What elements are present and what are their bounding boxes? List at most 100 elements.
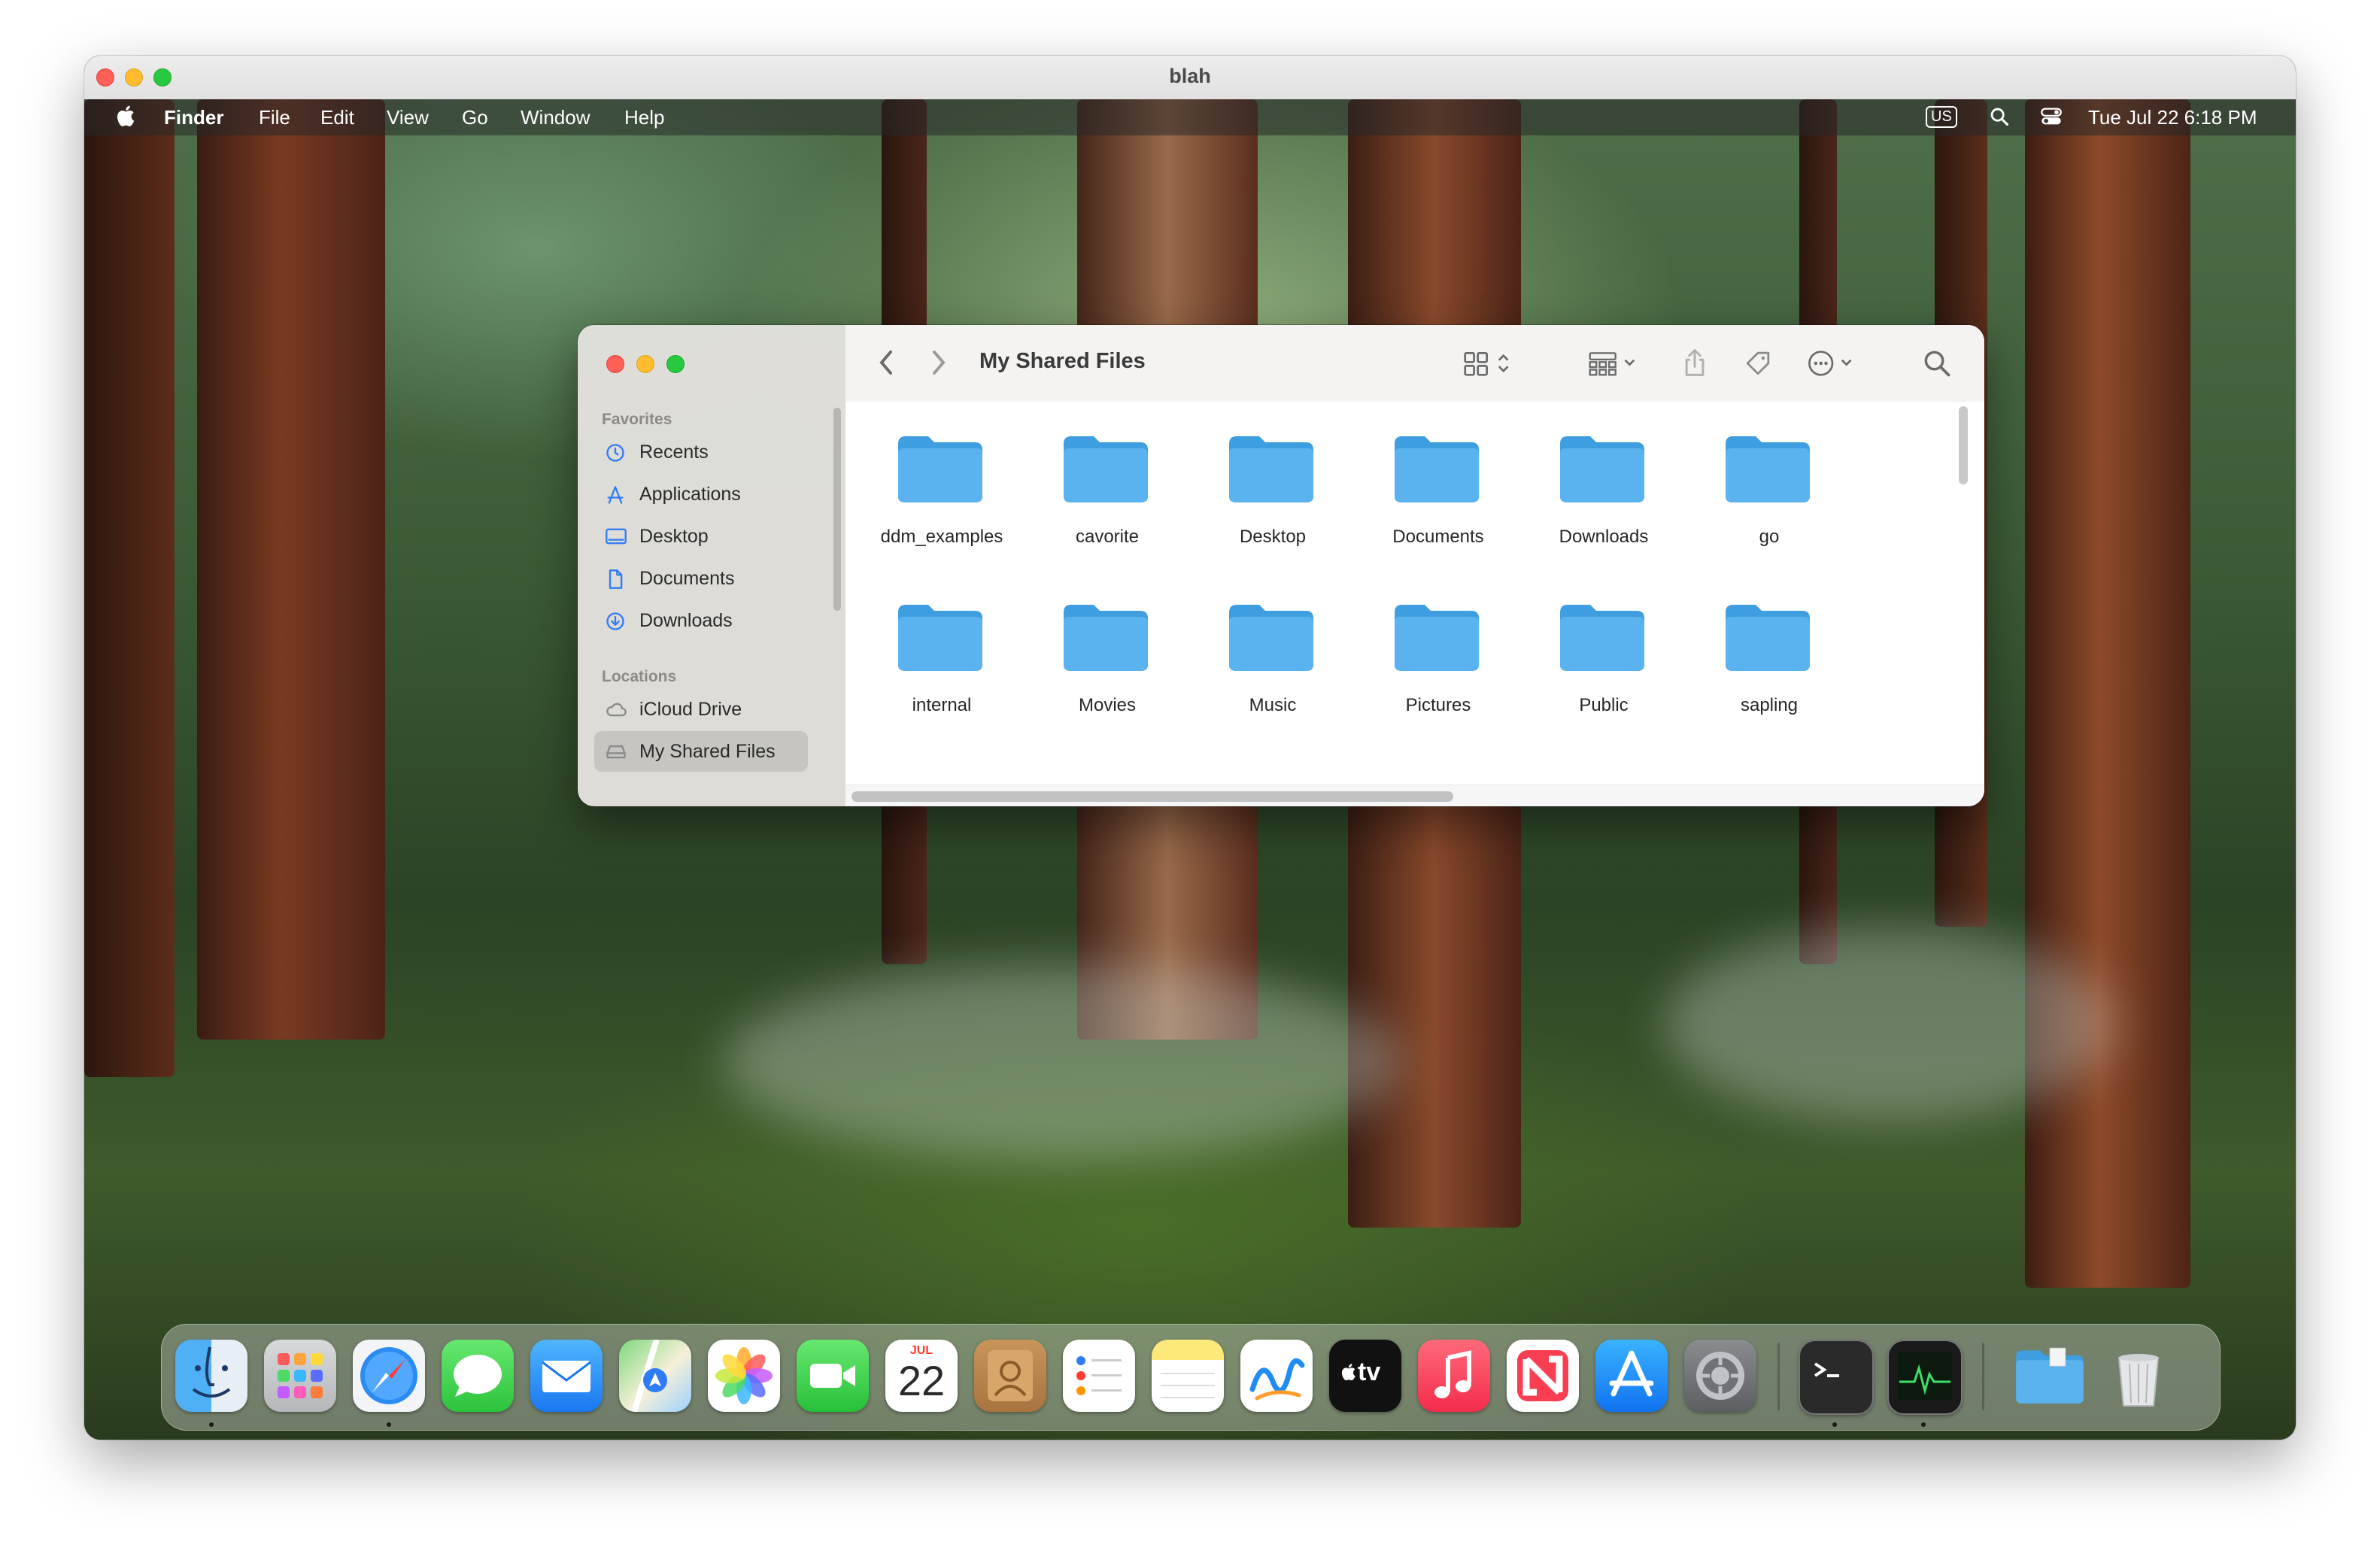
sidebar-item-icloud-drive[interactable]: iCloud Drive: [594, 689, 808, 730]
facetime-app-icon[interactable]: [797, 1340, 869, 1412]
folder-item[interactable]: ddm_examples: [867, 402, 1017, 552]
dock-separator: [1982, 1343, 1984, 1410]
menu-app-name[interactable]: Finder: [164, 106, 223, 129]
dock-separator: [1777, 1343, 1780, 1410]
calendar-day: 22: [897, 1357, 946, 1404]
finder-minimize-button[interactable]: [636, 355, 654, 373]
menu-file[interactable]: File: [259, 106, 290, 129]
sidebar-item-label: My Shared Files: [639, 741, 776, 762]
menu-view[interactable]: View: [387, 106, 429, 129]
cloud-icon: [605, 700, 627, 719]
trash-icon[interactable]: [2102, 1340, 2175, 1412]
photos-app-icon[interactable]: [708, 1340, 780, 1412]
menu-window[interactable]: Window: [521, 106, 590, 129]
folder-icon: [1726, 436, 1810, 502]
folder-name: Movies: [1078, 695, 1137, 715]
mail-app-icon[interactable]: [530, 1340, 603, 1412]
folder-icon: [1395, 605, 1479, 671]
menu-clock[interactable]: Tue Jul 22 6:18 PM: [2088, 106, 2257, 129]
sidebar-item-label: iCloud Drive: [639, 699, 742, 720]
calendar-app-icon[interactable]: JUL 22: [885, 1340, 958, 1412]
sidebar-item-documents[interactable]: Documents: [594, 558, 808, 599]
finder-toolbar: My Shared Files: [845, 325, 1984, 402]
music-app-icon[interactable]: [1418, 1340, 1490, 1412]
running-indicator: [1921, 1422, 1926, 1427]
vm-titlebar: blah: [84, 56, 2296, 100]
horizontal-scrollbar[interactable]: [852, 791, 1453, 802]
maps-app-icon[interactable]: [619, 1340, 691, 1412]
reminders-app-icon[interactable]: [1063, 1340, 1135, 1412]
folder-item[interactable]: Downloads: [1528, 402, 1679, 552]
sidebar-scrollbar[interactable]: [833, 408, 841, 611]
launchpad-app-icon[interactable]: [264, 1340, 336, 1412]
horizontal-scroll-track: [845, 785, 1984, 806]
folder-item[interactable]: internal: [867, 570, 1017, 721]
downloads-folder-icon[interactable]: [2014, 1340, 2086, 1412]
share-icon[interactable]: [1682, 348, 1708, 381]
forward-chevron-icon[interactable]: [930, 349, 948, 380]
folder-name: Public: [1579, 695, 1629, 715]
folder-item[interactable]: Desktop: [1198, 402, 1348, 552]
folder-name: Desktop: [1239, 527, 1307, 547]
safari-app-icon[interactable]: [353, 1340, 425, 1412]
spotlight-search-icon[interactable]: [1989, 106, 2010, 132]
sidebar-item-my-shared-files[interactable]: My Shared Files: [594, 731, 808, 772]
activity-monitor-app-icon[interactable]: [1887, 1340, 1963, 1415]
contacts-app-icon[interactable]: [974, 1340, 1046, 1412]
clock-icon: [605, 442, 627, 462]
folder-item[interactable]: sapling: [1694, 570, 1844, 721]
folder-icon: [1229, 605, 1313, 671]
vertical-scrollbar[interactable]: [1959, 406, 1968, 484]
control-center-icon[interactable]: [2040, 106, 2063, 132]
download-icon: [605, 611, 627, 630]
notes-app-icon[interactable]: [1152, 1340, 1224, 1412]
folder-item[interactable]: go: [1694, 402, 1844, 552]
folder-item[interactable]: Documents: [1363, 402, 1513, 552]
search-icon[interactable]: [1923, 349, 1951, 381]
folder-name: internal: [912, 695, 972, 715]
menu-go[interactable]: Go: [462, 106, 488, 129]
folder-item[interactable]: Music: [1198, 570, 1348, 721]
input-source-indicator[interactable]: US: [1926, 106, 1957, 128]
folder-item[interactable]: Movies: [1032, 570, 1182, 721]
sidebar-item-label: Desktop: [639, 526, 709, 547]
desktop-icon: [605, 527, 627, 546]
window-title: My Shared Files: [979, 349, 1146, 373]
back-chevron-icon[interactable]: [877, 349, 895, 380]
folder-item[interactable]: Public: [1528, 570, 1679, 721]
news-app-icon[interactable]: [1507, 1340, 1579, 1412]
tag-icon[interactable]: [1744, 349, 1772, 381]
sidebar-item-recents[interactable]: Recents: [594, 432, 808, 472]
app-store-icon[interactable]: [1595, 1340, 1668, 1412]
sidebar-item-label: Downloads: [639, 610, 733, 631]
sidebar-item-downloads[interactable]: Downloads: [594, 600, 808, 641]
finder-app-icon[interactable]: [175, 1340, 247, 1412]
vm-window: blah Finder File Edit View Go Window Hel…: [84, 56, 2296, 1440]
messages-app-icon[interactable]: [442, 1340, 514, 1412]
system-settings-app-icon[interactable]: [1684, 1340, 1756, 1412]
apple-menu-icon[interactable]: [114, 104, 135, 133]
sidebar-item-applications[interactable]: Applications: [594, 474, 808, 514]
terminal-app-icon[interactable]: [1799, 1340, 1874, 1415]
folder-item[interactable]: Pictures: [1363, 570, 1513, 721]
more-actions-icon[interactable]: [1807, 349, 1858, 381]
tv-label: tv: [1358, 1358, 1381, 1386]
menu-edit[interactable]: Edit: [320, 106, 354, 129]
freeform-app-icon[interactable]: [1240, 1340, 1313, 1412]
folder-item[interactable]: cavorite: [1032, 402, 1182, 552]
folder-icon: [1064, 436, 1148, 502]
group-by-icon[interactable]: [1587, 351, 1641, 380]
folder-icon: [1560, 436, 1644, 502]
finder-close-button[interactable]: [606, 355, 624, 373]
sidebar-item-desktop[interactable]: Desktop: [594, 516, 808, 557]
icon-view-toggle-icon[interactable]: [1462, 351, 1516, 380]
finder-window: Favorites Recents Applications Desktop D…: [578, 325, 1984, 806]
sidebar-header-locations: Locations: [602, 668, 677, 685]
menu-help[interactable]: Help: [624, 106, 664, 129]
document-icon: [605, 569, 627, 589]
tv-app-icon[interactable]: tv: [1329, 1340, 1401, 1412]
tree-trunk: [2025, 99, 2190, 1288]
folder-name: Documents: [1392, 527, 1484, 547]
running-indicator: [1832, 1422, 1837, 1427]
finder-zoom-button[interactable]: [666, 355, 685, 373]
